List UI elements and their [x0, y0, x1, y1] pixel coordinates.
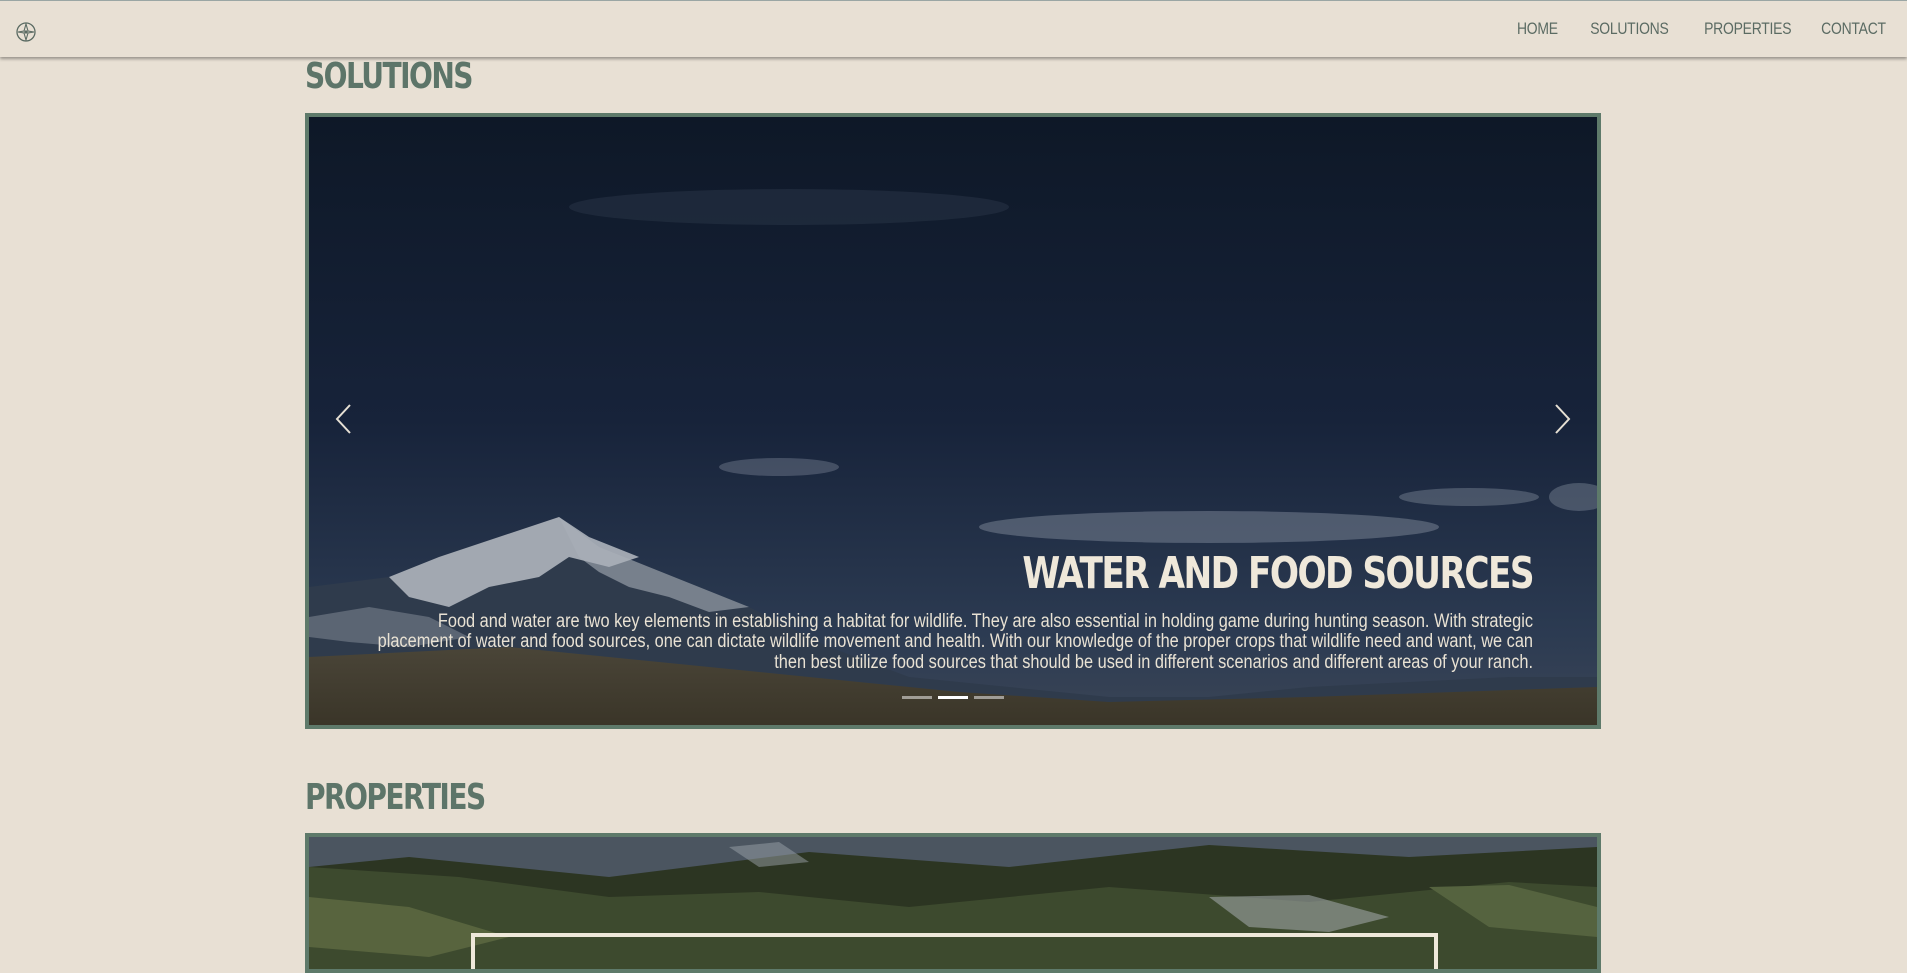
nav-properties-link[interactable]: PROPERTIES — [1704, 19, 1791, 39]
nav-solutions-link[interactable]: SOLUTIONS — [1591, 19, 1670, 39]
property-card-frame — [471, 933, 1438, 969]
slide-description: Food and water are two key elements in e… — [377, 610, 1533, 673]
chevron-left-icon — [334, 402, 354, 441]
carousel-indicators — [309, 696, 1597, 699]
solutions-heading: SOLUTIONS — [305, 56, 474, 97]
carousel-indicator[interactable] — [902, 696, 932, 699]
nav-home-link[interactable]: HOME — [1517, 19, 1558, 39]
chevron-right-icon — [1552, 402, 1572, 441]
nav-contact-link[interactable]: CONTACT — [1821, 19, 1886, 39]
solutions-carousel: WATER AND FOOD SOURCES Food and water ar… — [305, 113, 1601, 729]
carousel-indicator-active[interactable] — [938, 696, 968, 699]
top-navbar: HOME SOLUTIONS PROPERTIES CONTACT — [0, 0, 1907, 57]
carousel-next-button[interactable] — [1527, 117, 1597, 725]
carousel-prev-button[interactable] — [309, 117, 379, 725]
properties-carousel — [305, 833, 1601, 973]
compass-logo-icon[interactable] — [14, 20, 38, 44]
nav-links: HOME SOLUTIONS PROPERTIES CONTACT — [1508, 19, 1887, 39]
carousel-indicator[interactable] — [974, 696, 1004, 699]
slide-caption: WATER AND FOOD SOURCES Food and water ar… — [378, 547, 1535, 674]
properties-heading: PROPERTIES — [305, 777, 486, 818]
slide-title: WATER AND FOOD SOURCES — [1022, 547, 1534, 599]
